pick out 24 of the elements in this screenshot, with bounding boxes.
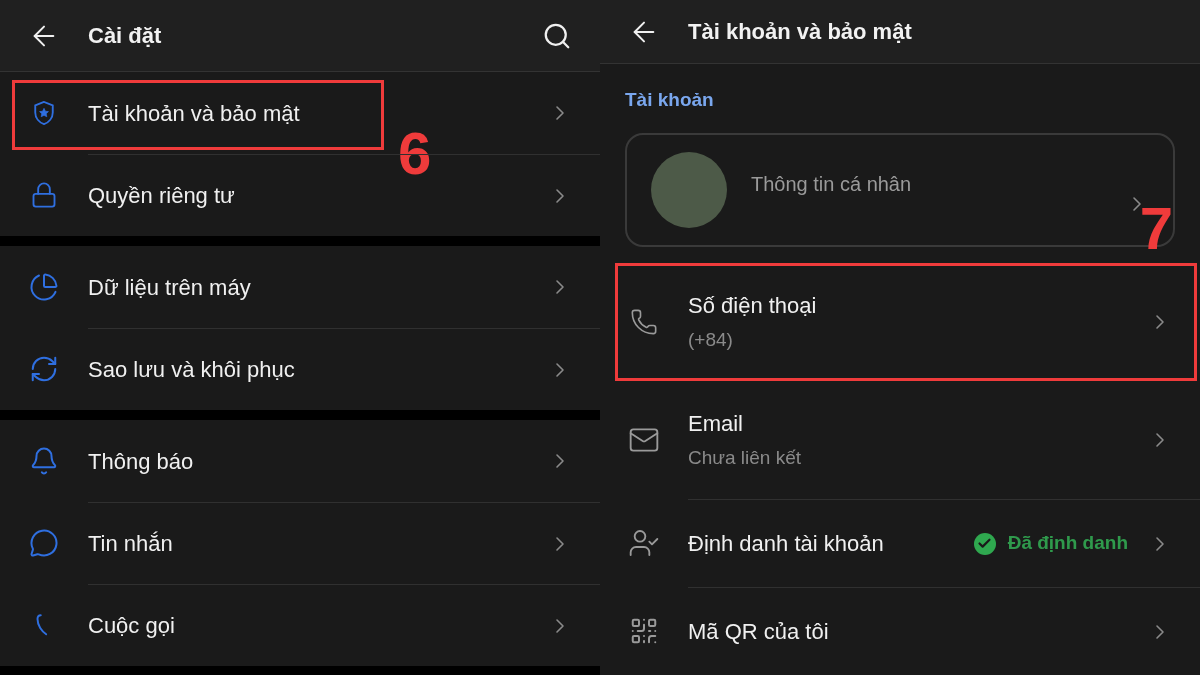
screen-title: Cài đặt: [88, 22, 163, 50]
menu-item-label[interactable]: Cuộc gọi: [88, 609, 548, 642]
menu-item-label[interactable]: Sao lưu và khôi phục: [88, 353, 548, 386]
item-title[interactable]: Mã QR của tôi: [688, 615, 1148, 648]
item-subtitle: (+84): [688, 328, 734, 353]
item-subtitle: Chưa liên kết: [688, 446, 803, 471]
chat-bubble-icon: [29, 528, 59, 558]
person-check-icon: [628, 527, 660, 559]
bell-icon: [29, 446, 59, 476]
section-label: Tài khoản: [625, 89, 714, 110]
item-title[interactable]: Email: [688, 407, 1148, 441]
item-title[interactable]: Số điện thoại: [688, 289, 1148, 323]
lock-icon: [30, 181, 58, 209]
screen-title: Tài khoản và bảo mật: [688, 18, 912, 46]
refresh-icon: [29, 354, 59, 384]
menu-item-label[interactable]: Dữ liệu trên máy: [88, 270, 548, 304]
pie-chart-icon: [29, 272, 59, 302]
status-text: Đã định danh: [1007, 531, 1128, 556]
item-title[interactable]: Định danh tài khoản: [688, 527, 974, 560]
qr-code-icon: [629, 616, 659, 646]
menu-item-label[interactable]: Thông báo: [88, 444, 548, 478]
menu-item-label[interactable]: Tin nhắn: [88, 527, 548, 560]
profile-label[interactable]: Thông tin cá nhân: [751, 168, 1101, 199]
step-number: 7: [1139, 198, 1173, 259]
